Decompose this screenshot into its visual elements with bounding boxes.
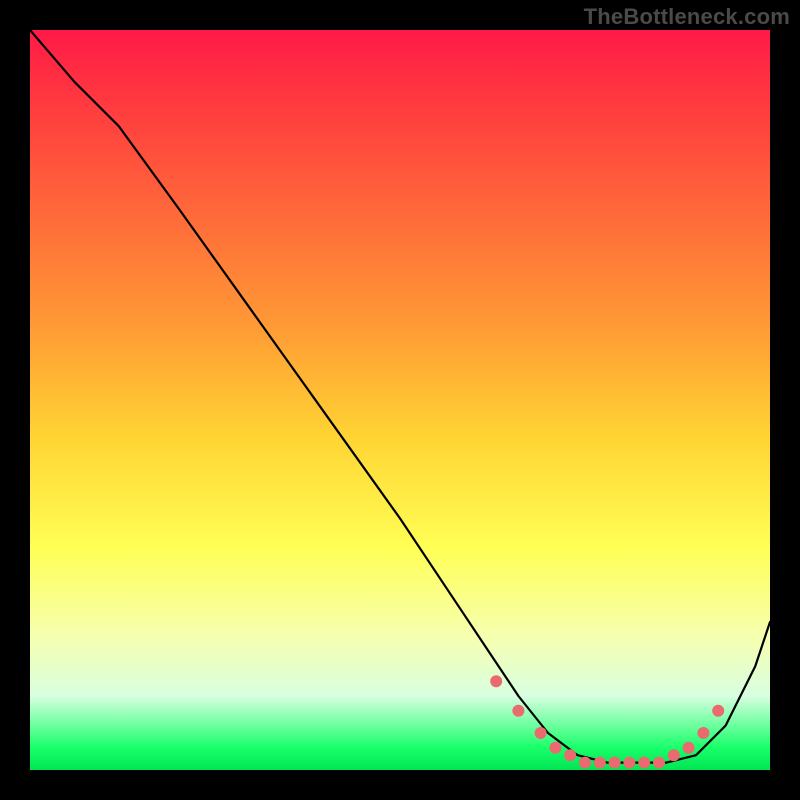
highlight-point [623, 757, 635, 769]
highlight-point [712, 705, 724, 717]
bottleneck-curve [30, 30, 770, 763]
curve-svg [30, 30, 770, 770]
highlight-point [668, 749, 680, 761]
highlight-point [609, 757, 621, 769]
highlight-point [653, 757, 665, 769]
highlight-point [638, 757, 650, 769]
chart-frame: TheBottleneck.com [0, 0, 800, 800]
highlight-point [683, 742, 695, 754]
highlight-point [579, 757, 591, 769]
highlight-point [490, 675, 502, 687]
watermark-text: TheBottleneck.com [584, 4, 790, 30]
highlight-point [512, 705, 524, 717]
highlight-point [535, 727, 547, 739]
plot-area [30, 30, 770, 770]
highlight-point [564, 749, 576, 761]
highlighted-points-group [490, 675, 724, 768]
highlight-point [549, 742, 561, 754]
highlight-point [697, 727, 709, 739]
highlight-point [594, 757, 606, 769]
